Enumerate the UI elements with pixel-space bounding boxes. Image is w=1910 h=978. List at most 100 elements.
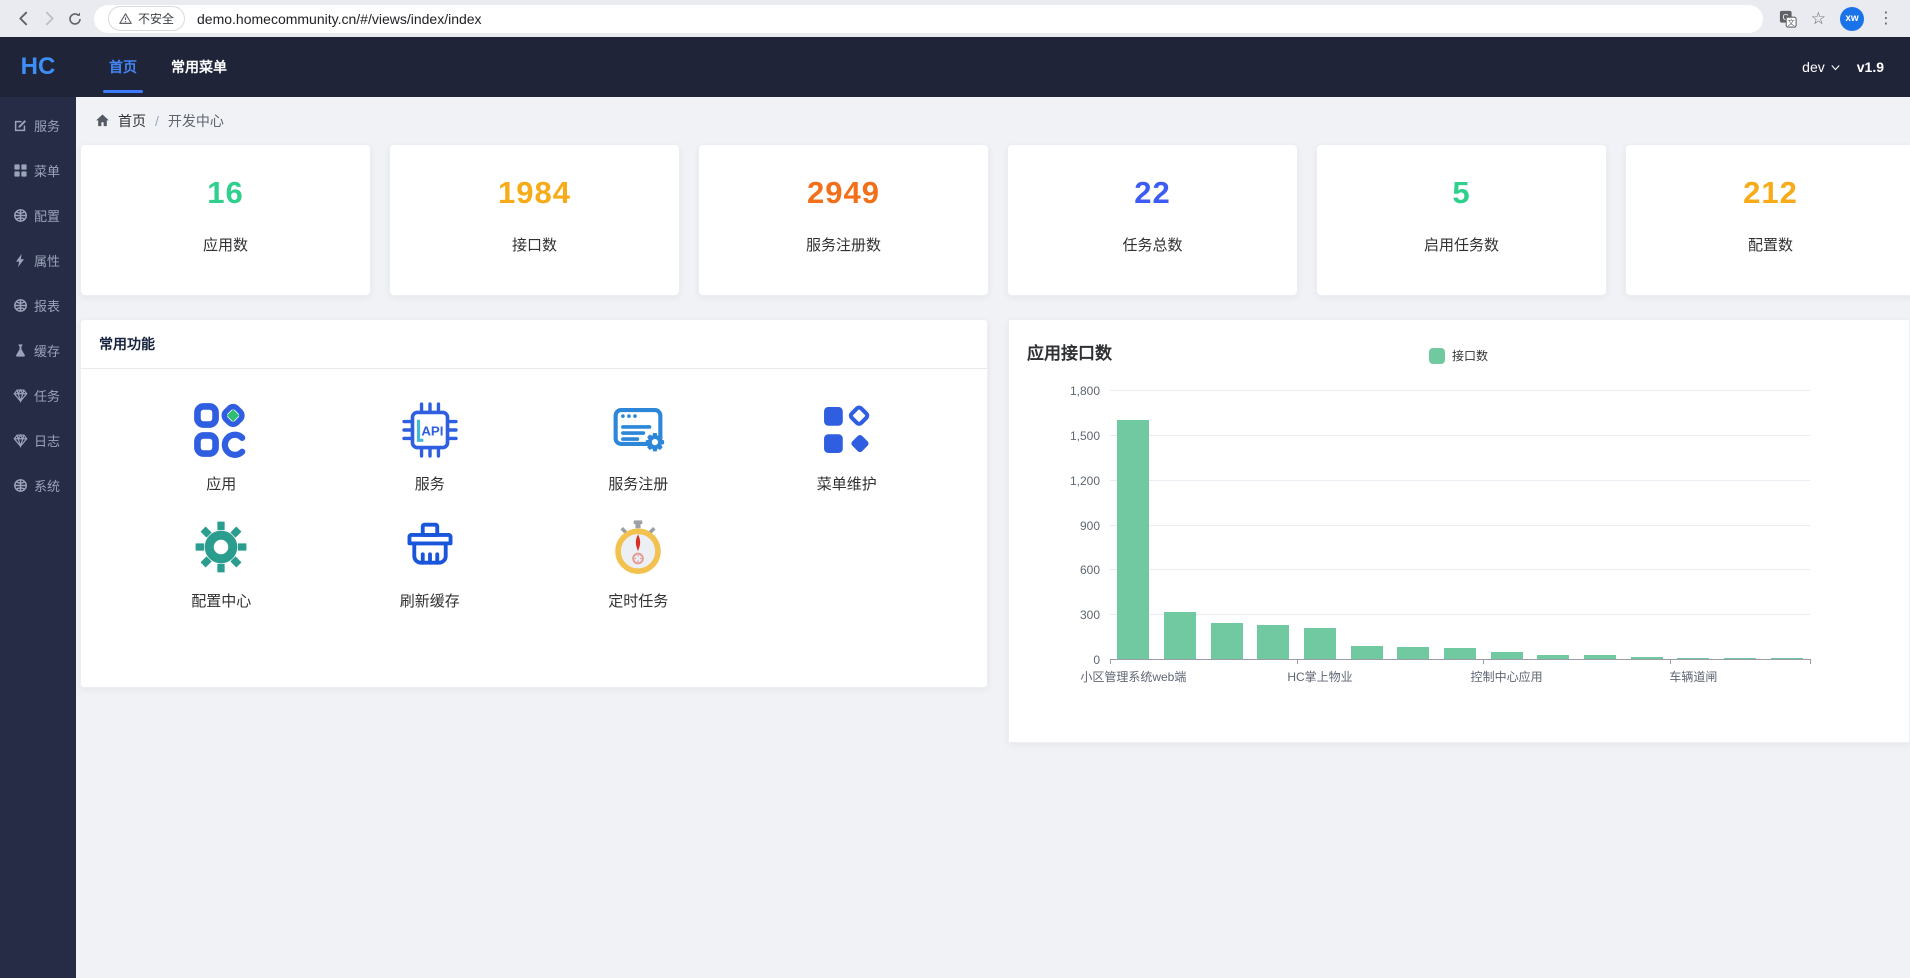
function-item-app[interactable]: 应用	[117, 401, 326, 494]
bar-14	[1771, 658, 1803, 659]
app-logo[interactable]: HC	[0, 53, 76, 81]
security-chip[interactable]: 不安全	[108, 6, 185, 31]
gridline	[1110, 569, 1810, 570]
sidebar-item-menu[interactable]: 菜单	[0, 148, 76, 193]
chrome-menu-icon[interactable]: ⋮	[1878, 11, 1894, 27]
globe-icon	[13, 298, 28, 313]
home-icon	[95, 113, 110, 128]
app-header: HC 首页 常用菜单 dev v1.9	[0, 37, 1910, 97]
function-item-service-register[interactable]: 服务注册	[534, 401, 743, 494]
bar-12	[1677, 658, 1709, 659]
common-functions-grid: 应用API服务服务注册 菜单维护配置中心刷新缓存定时任务	[81, 369, 987, 611]
function-item-menu-maintain[interactable]: 菜单维护	[743, 401, 952, 494]
sidebar-item-label: 菜单	[34, 161, 60, 180]
sidebar-item-system[interactable]: 系统	[0, 463, 76, 508]
sidebar-item-label: 缓存	[34, 341, 60, 360]
legend-swatch	[1429, 348, 1445, 364]
gem-icon	[13, 388, 28, 403]
x-axis-tick	[1483, 659, 1484, 664]
gear-icon	[192, 518, 250, 576]
globe-icon	[13, 478, 28, 493]
sidebar-item-task[interactable]: 任务	[0, 373, 76, 418]
back-button[interactable]	[10, 6, 36, 32]
x-axis-tick	[1297, 659, 1298, 664]
legend-label: 接口数	[1452, 347, 1488, 364]
api-chip-icon: API	[401, 401, 459, 459]
bar-8	[1491, 652, 1523, 659]
header-right: dev v1.9	[1802, 59, 1910, 75]
x-axis-line	[1110, 659, 1810, 660]
window-gear-icon	[609, 401, 667, 459]
stopwatch-icon	[609, 518, 667, 576]
common-functions-panel: 常用功能 应用API服务服务注册菜单维护配置中心刷新缓存定时任务	[80, 319, 988, 688]
breadcrumb: 首页 / 开发中心	[76, 97, 1910, 144]
sidebar: 服务菜单配置属性报表缓存任务日志系统	[0, 97, 76, 978]
tab-common-menu[interactable]: 常用菜单	[154, 37, 244, 97]
security-label: 不安全	[138, 10, 174, 27]
bolt-icon	[13, 253, 28, 268]
profile-avatar[interactable]: xw	[1840, 7, 1864, 31]
chart-legend[interactable]: 接口数	[1429, 347, 1488, 364]
stat-value: 212	[1626, 175, 1910, 211]
sidebar-item-config[interactable]: 配置	[0, 193, 76, 238]
function-item-timed-task[interactable]: 定时任务	[534, 518, 743, 611]
brush-icon	[401, 518, 459, 576]
translate-icon[interactable]: G文	[1779, 10, 1797, 28]
stat-cards-row: 16应用数1984接口数2949服务注册数22任务总数5启用任务数212配置数	[76, 144, 1910, 296]
stat-card-interface-count: 1984接口数	[389, 144, 680, 296]
stat-value: 1984	[390, 175, 679, 211]
function-item-refresh-cache[interactable]: 刷新缓存	[326, 518, 535, 611]
stat-value: 2949	[699, 175, 988, 211]
stat-label: 任务总数	[1008, 234, 1297, 255]
stat-card-task-total: 22任务总数	[1007, 144, 1298, 296]
stat-label: 启用任务数	[1317, 234, 1606, 255]
sidebar-item-log[interactable]: 日志	[0, 418, 76, 463]
chart-title: 应用接口数	[1027, 339, 1112, 364]
sidebar-item-cache[interactable]: 缓存	[0, 328, 76, 373]
sidebar-item-label: 系统	[34, 476, 60, 495]
sidebar-item-property[interactable]: 属性	[0, 238, 76, 283]
gridline	[1110, 614, 1810, 615]
x-axis-tick-label: 控制中心应用	[1432, 668, 1582, 685]
y-axis-tick-label: 600	[1040, 563, 1100, 577]
app-shell: 服务菜单配置属性报表缓存任务日志系统 首页 / 开发中心 16应用数1984接口…	[0, 97, 1910, 978]
breadcrumb-separator: /	[155, 113, 159, 129]
reload-icon	[67, 11, 83, 27]
x-axis-tick	[1670, 659, 1671, 664]
forward-button[interactable]	[36, 6, 62, 32]
bar-5	[1351, 646, 1383, 659]
function-item-config-center[interactable]: 配置中心	[117, 518, 326, 611]
forward-icon	[41, 10, 58, 27]
panels-row: 常用功能 应用API服务服务注册菜单维护配置中心刷新缓存定时任务 应用接口数 接…	[76, 319, 1910, 743]
stat-card-config-count: 212配置数	[1625, 144, 1910, 296]
bar-2	[1211, 623, 1243, 659]
header-tabs: 首页 常用菜单	[92, 37, 244, 97]
main-content: 首页 / 开发中心 16应用数1984接口数2949服务注册数22任务总数5启用…	[76, 97, 1910, 978]
bar-0	[1117, 420, 1149, 659]
stat-value: 5	[1317, 175, 1606, 211]
function-item-service[interactable]: API服务	[326, 401, 535, 494]
y-axis-tick-label: 1,800	[1040, 384, 1100, 398]
y-axis-tick-label: 1,500	[1040, 429, 1100, 443]
y-axis-tick-label: 0	[1040, 653, 1100, 667]
bar-3	[1257, 625, 1289, 659]
tab-common-menu-label: 常用菜单	[171, 57, 227, 77]
chevron-down-icon	[1830, 62, 1841, 73]
url-bar[interactable]: 不安全 demo.homecommunity.cn/#/views/index/…	[94, 5, 1763, 33]
env-dropdown[interactable]: dev	[1802, 59, 1841, 75]
breadcrumb-home-link[interactable]: 首页	[95, 111, 146, 131]
stat-label: 应用数	[81, 234, 370, 255]
bookmark-star-icon[interactable]: ☆	[1811, 10, 1826, 27]
x-axis-tick-label: HC掌上物业	[1245, 668, 1395, 685]
tab-home[interactable]: 首页	[92, 37, 154, 97]
svg-text:API: API	[421, 423, 443, 438]
sidebar-item-label: 属性	[34, 251, 60, 270]
sidebar-item-report[interactable]: 报表	[0, 283, 76, 328]
sidebar-item-service[interactable]: 服务	[0, 103, 76, 148]
x-axis-tick-label: 车辆道闸	[1618, 668, 1768, 685]
bar-4	[1304, 628, 1336, 659]
stat-value: 16	[81, 175, 370, 211]
stat-card-enabled-task-count: 5 启用任务数	[1316, 144, 1607, 296]
reload-button[interactable]	[62, 6, 88, 32]
function-item-label: 服务注册	[608, 473, 668, 494]
